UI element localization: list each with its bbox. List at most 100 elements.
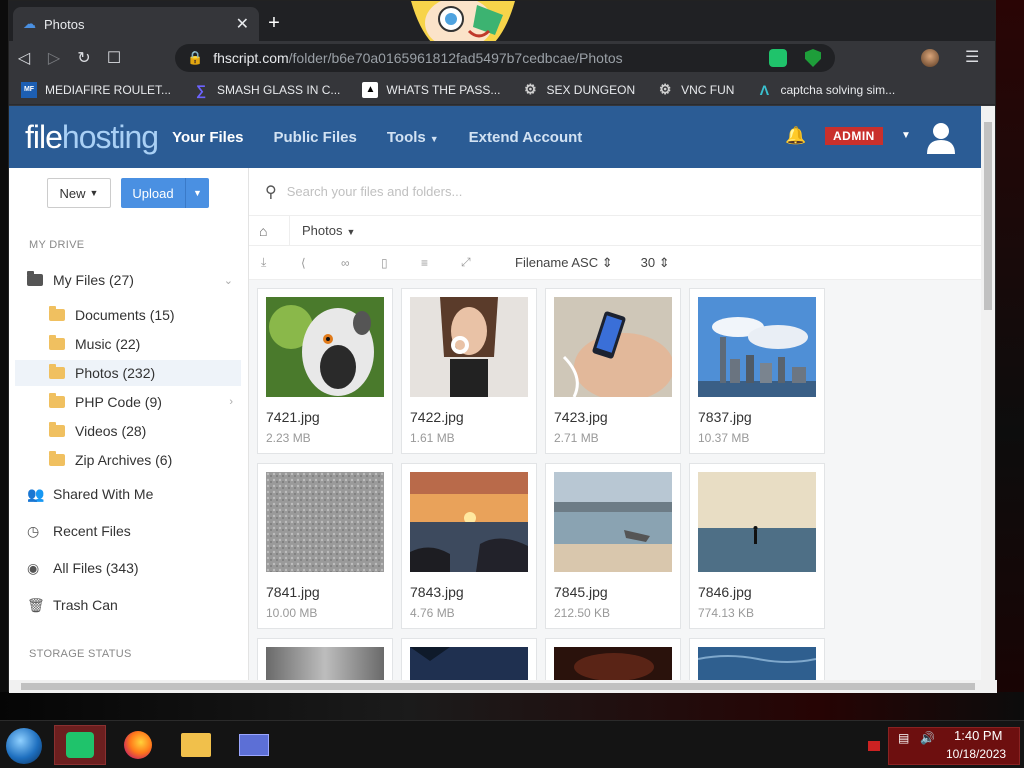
site-logo[interactable]: filehosting: [25, 119, 159, 156]
upload-dropdown-toggle[interactable]: ▼: [185, 178, 209, 208]
close-tab-icon[interactable]: ✕: [236, 14, 249, 34]
sort-select[interactable]: Filename ASC ⇕: [515, 255, 613, 271]
chevron-right-icon[interactable]: ›: [229, 396, 233, 408]
site-header: filehosting Your Files Public Files Tool…: [9, 106, 983, 168]
file-card[interactable]: 7843.jpg 4.76 MB: [401, 463, 537, 629]
fullscreen-icon[interactable]: ⤢: [461, 255, 501, 270]
bookmark-captcha[interactable]: Λ captcha solving sim...: [756, 82, 895, 98]
taskbar-remote-desktop[interactable]: [228, 725, 280, 765]
taskbar-file-explorer[interactable]: [170, 725, 222, 765]
file-action-bar: ⤓ ⟨ ∞ ▯ ≡ ⤢ Filename ASC ⇕ 30 ⇕: [249, 246, 983, 280]
file-card[interactable]: 7423.jpg 2.71 MB: [545, 288, 681, 454]
nav-your-files[interactable]: Your Files: [172, 129, 243, 146]
back-icon[interactable]: ◁: [9, 48, 39, 68]
folder-icon: [49, 451, 65, 466]
lock-icon: 🔒: [187, 50, 204, 65]
taskbar-firefox[interactable]: [112, 725, 164, 765]
notes-extension-icon[interactable]: [769, 49, 787, 67]
admin-badge[interactable]: ADMIN: [825, 127, 883, 145]
nav-extend-account[interactable]: Extend Account: [469, 129, 583, 146]
captcha-icon: Λ: [759, 81, 770, 98]
sidebar-item-music[interactable]: Music (22): [15, 331, 241, 357]
folder-icon: [49, 364, 65, 379]
browser-menu-icon[interactable]: ☰: [965, 47, 979, 67]
network-icon[interactable]: ▤: [898, 731, 909, 745]
chevron-down-icon[interactable]: ⌄: [224, 274, 233, 287]
sidebar-item-photos[interactable]: Photos (232): [15, 360, 241, 386]
sidebar-item-trash[interactable]: 🗑 Trash Can: [15, 592, 241, 618]
sidebar-item-documents[interactable]: Documents (15): [15, 302, 241, 328]
forward-icon[interactable]: ▷: [39, 48, 69, 68]
sidebar-item-label: Shared With Me: [53, 486, 154, 502]
file-card[interactable]: [257, 638, 393, 680]
profile-avatar[interactable]: [921, 49, 939, 67]
file-card[interactable]: 7421.jpg 2.23 MB: [257, 288, 393, 454]
file-name: 7421.jpg: [266, 409, 320, 425]
taskbar-notes-app[interactable]: [54, 725, 106, 765]
clock-time[interactable]: 1:40 PM: [954, 728, 1002, 743]
file-card[interactable]: [689, 638, 825, 680]
nav-public-files[interactable]: Public Files: [274, 129, 357, 146]
start-button[interactable]: [6, 728, 42, 764]
breadcrumb-photos[interactable]: Photos ▼: [302, 223, 355, 238]
nav-tools[interactable]: Tools ▼: [387, 129, 439, 146]
sidebar-item-my-files[interactable]: My Files (27) ⌄: [15, 267, 241, 293]
breadcrumb-label: Photos: [302, 223, 343, 238]
per-page-select[interactable]: 30 ⇕: [641, 255, 670, 271]
reload-icon[interactable]: ↻: [69, 48, 99, 68]
address-bar[interactable]: 🔒 fhscript.com /folder/b6e70a0165961812f…: [175, 44, 835, 72]
list-view-icon[interactable]: ≡: [421, 256, 461, 270]
new-button[interactable]: New ▼: [47, 178, 111, 208]
new-tab-button[interactable]: +: [263, 13, 285, 35]
bookmark-icon[interactable]: ☐: [99, 48, 129, 68]
clock-icon: ◷: [27, 522, 40, 539]
browser-tab[interactable]: ☁ Photos ✕: [13, 7, 259, 41]
bookmark-mediafire[interactable]: MF MEDIAFIRE ROULET...: [21, 81, 171, 98]
link-icon[interactable]: ∞: [341, 256, 381, 270]
sidebar-item-recent[interactable]: ◷ Recent Files: [15, 518, 241, 544]
horizontal-scrollbar[interactable]: [9, 680, 997, 693]
file-card[interactable]: 7837.jpg 10.37 MB: [689, 288, 825, 454]
file-name: 7423.jpg: [554, 409, 608, 425]
bell-icon[interactable]: 🔔: [785, 126, 806, 146]
file-card[interactable]: 7422.jpg 1.61 MB: [401, 288, 537, 454]
notification-flag-icon[interactable]: [868, 741, 880, 751]
trash-icon[interactable]: ▯: [381, 256, 421, 270]
scrollbar-thumb[interactable]: [984, 122, 992, 310]
share-icon[interactable]: ⟨: [301, 256, 341, 270]
sidebar-item-php-code[interactable]: PHP Code (9) ›: [15, 389, 241, 415]
sidebar-item-all-files[interactable]: ◉ All Files (343): [15, 555, 241, 581]
download-icon[interactable]: ⤓: [261, 255, 301, 270]
shield-extension-icon[interactable]: [805, 49, 821, 67]
taskbar: ▤ 🔊 1:40 PM 10/18/2023: [0, 720, 1024, 768]
bookmark-vnc-fun[interactable]: ⚙ VNC FUN: [657, 81, 735, 98]
upload-button[interactable]: Upload ▼: [121, 178, 209, 208]
folder-icon: [49, 335, 65, 350]
chevron-down-icon[interactable]: ▼: [901, 130, 911, 141]
home-icon[interactable]: ⌂: [259, 223, 283, 239]
bookmark-sex-dungeon[interactable]: ⚙ SEX DUNGEON: [522, 81, 635, 98]
sidebar-item-label: Videos (28): [75, 423, 147, 439]
bookmark-whats-the-pass[interactable]: ▲ WHATS THE PASS...: [362, 81, 500, 98]
sidebar-item-zip-archives[interactable]: Zip Archives (6): [15, 447, 241, 473]
vertical-scrollbar[interactable]: [981, 106, 995, 680]
header-nav: Your Files Public Files Tools ▼ Extend Ac…: [172, 129, 612, 146]
sidebar-item-videos[interactable]: Videos (28): [15, 418, 241, 444]
user-avatar-icon[interactable]: [925, 120, 957, 154]
file-card[interactable]: 7841.jpg 10.00 MB: [257, 463, 393, 629]
sidebar-item-shared[interactable]: 👥 Shared With Me: [15, 481, 241, 507]
clock-date[interactable]: 10/18/2023: [946, 747, 1006, 761]
search-input[interactable]: [286, 184, 687, 199]
file-card[interactable]: 7846.jpg 774.13 KB: [689, 463, 825, 629]
scrollbar-thumb[interactable]: [21, 683, 975, 690]
file-name: 7843.jpg: [410, 584, 464, 600]
breadcrumb-divider: [289, 215, 290, 246]
volume-icon[interactable]: 🔊: [920, 731, 935, 745]
file-card[interactable]: 7845.jpg 212.50 KB: [545, 463, 681, 629]
file-card[interactable]: [401, 638, 537, 680]
folder-icon: [27, 271, 43, 286]
bookmark-smash-glass[interactable]: ∑ SMASH GLASS IN C...: [193, 82, 340, 98]
mediafire-icon: MF: [21, 81, 37, 98]
folder-icon: [49, 422, 65, 437]
file-card[interactable]: [545, 638, 681, 680]
